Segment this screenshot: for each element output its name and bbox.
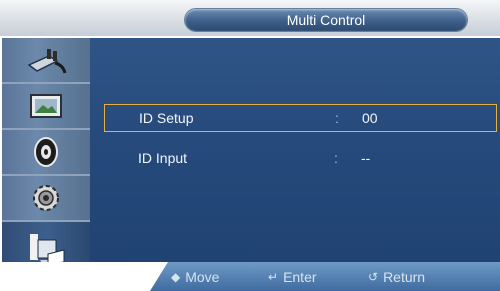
sidebar-item-setup[interactable] (2, 176, 90, 222)
return-hint: ↺ Return (368, 269, 425, 285)
speaker-icon (34, 137, 58, 167)
id-input-row[interactable]: ID Input : -- (104, 145, 497, 173)
sidebar-item-picture[interactable] (2, 84, 90, 130)
enter-hint: ↵ Enter (268, 269, 317, 285)
move-label: Move (185, 269, 220, 285)
id-input-value: -- (361, 150, 371, 166)
move-icon: ◆ (171, 270, 181, 284)
enter-icon: ↵ (268, 270, 279, 284)
enter-label: Enter (283, 269, 317, 285)
move-hint: ◆ Move (171, 269, 219, 285)
top-bar: Multi Control (0, 0, 500, 36)
id-input-colon: : (334, 150, 338, 166)
id-setup-row[interactable]: ID Setup : 00 (104, 104, 497, 132)
sidebar-item-sound[interactable] (2, 130, 90, 176)
id-setup-colon: : (335, 110, 339, 126)
id-input-label: ID Input (138, 150, 188, 166)
plug-icon (27, 49, 67, 74)
id-setup-label: ID Setup (139, 110, 194, 126)
return-label: Return (383, 269, 426, 285)
picture-icon (30, 94, 62, 118)
gear-icon (33, 185, 59, 211)
sidebar-item-input[interactable] (2, 38, 90, 84)
return-icon: ↺ (368, 270, 379, 284)
menu-title: Multi Control (185, 9, 467, 31)
id-setup-value: 00 (362, 110, 378, 126)
sidebar (2, 38, 90, 280)
